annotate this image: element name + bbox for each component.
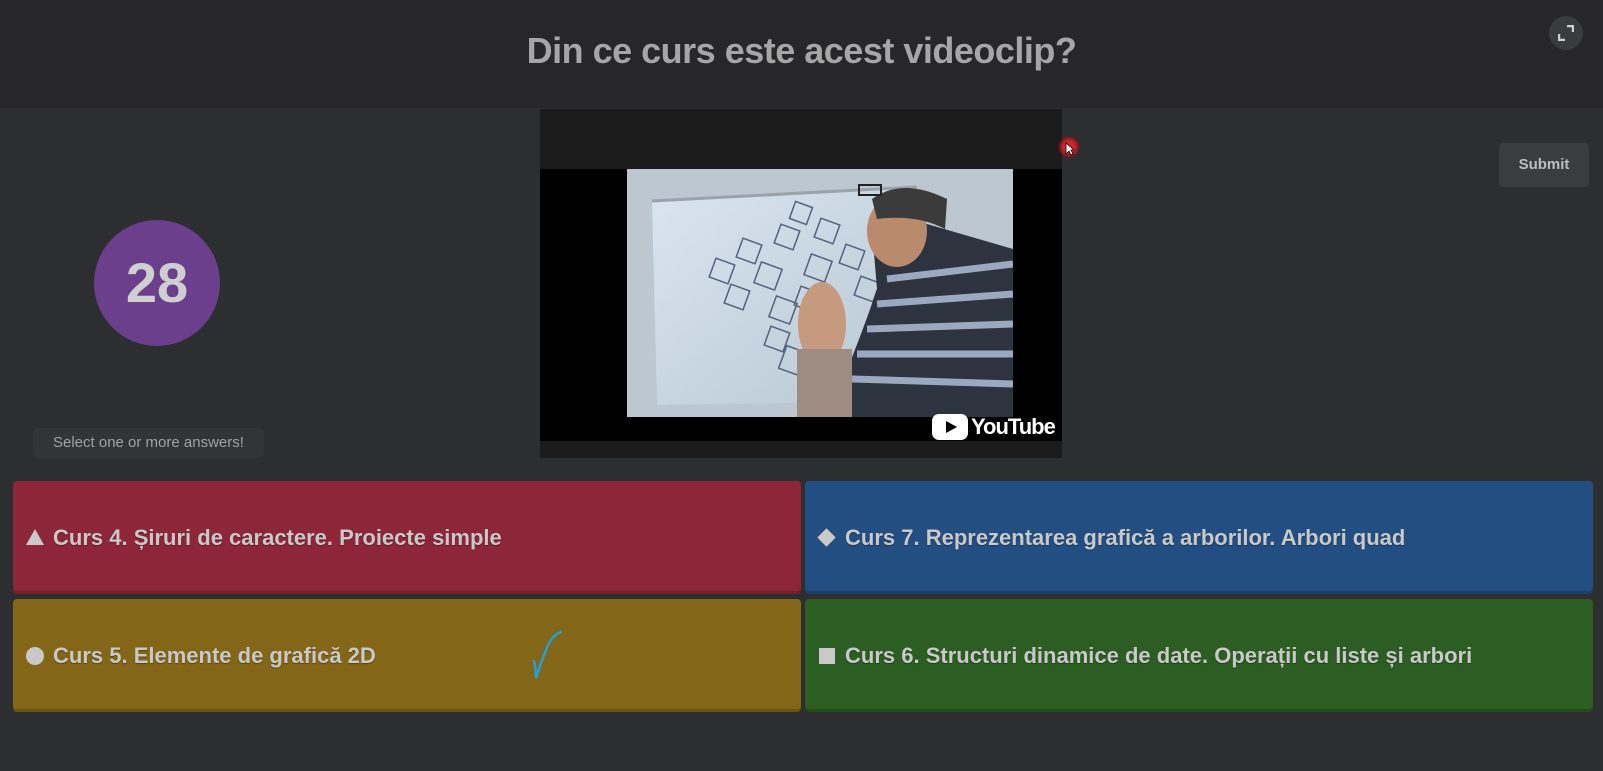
answer-option-4[interactable]: Curs 6. Structuri dinamice de date. Oper… <box>805 599 1593 712</box>
fullscreen-button[interactable] <box>1549 16 1583 50</box>
answer-option-label: Curs 7. Reprezentarea grafică a arborilo… <box>845 525 1406 550</box>
square-icon <box>819 648 835 664</box>
circle-icon <box>26 647 44 665</box>
handwritten-check-icon <box>532 630 563 679</box>
answer-option-3[interactable]: Curs 5. Elemente de grafică 2D <box>13 599 801 712</box>
quiz-page: Din ce curs este acest videoclip? 28 Sel… <box>0 0 1603 771</box>
video-frame[interactable]: YouTube <box>540 169 1062 441</box>
answer-option-1[interactable]: Curs 4. Șiruri de caractere. Proiecte si… <box>13 481 801 594</box>
answer-option-2[interactable]: Curs 7. Reprezentarea grafică a arborilo… <box>805 481 1593 594</box>
question-title: Din ce curs este acest videoclip? <box>526 30 1077 71</box>
answer-option-label: Curs 5. Elemente de grafică 2D <box>53 643 376 668</box>
pointer-icon <box>1065 142 1075 156</box>
diamond-icon <box>817 528 836 547</box>
mouse-cursor-highlight <box>1058 136 1080 158</box>
answer-hint: Select one or more answers! <box>33 428 264 458</box>
question-header: Din ce curs este acest videoclip? <box>0 0 1603 108</box>
submit-button[interactable]: Submit <box>1499 143 1589 187</box>
answer-option-label: Curs 4. Șiruri de caractere. Proiecte si… <box>53 525 502 550</box>
video-thumbnail <box>627 169 1013 417</box>
youtube-logo-text: YouTube <box>971 414 1056 439</box>
fullscreen-icon <box>1558 25 1574 41</box>
triangle-icon <box>26 529 44 545</box>
video-thumbnail-image <box>627 169 1013 417</box>
youtube-play-icon <box>932 414 968 440</box>
answer-option-label: Curs 6. Structuri dinamice de date. Oper… <box>845 643 1473 668</box>
youtube-logo[interactable]: YouTube <box>932 413 1056 441</box>
countdown-timer: 28 <box>94 220 220 346</box>
video-player[interactable]: YouTube <box>540 109 1062 458</box>
